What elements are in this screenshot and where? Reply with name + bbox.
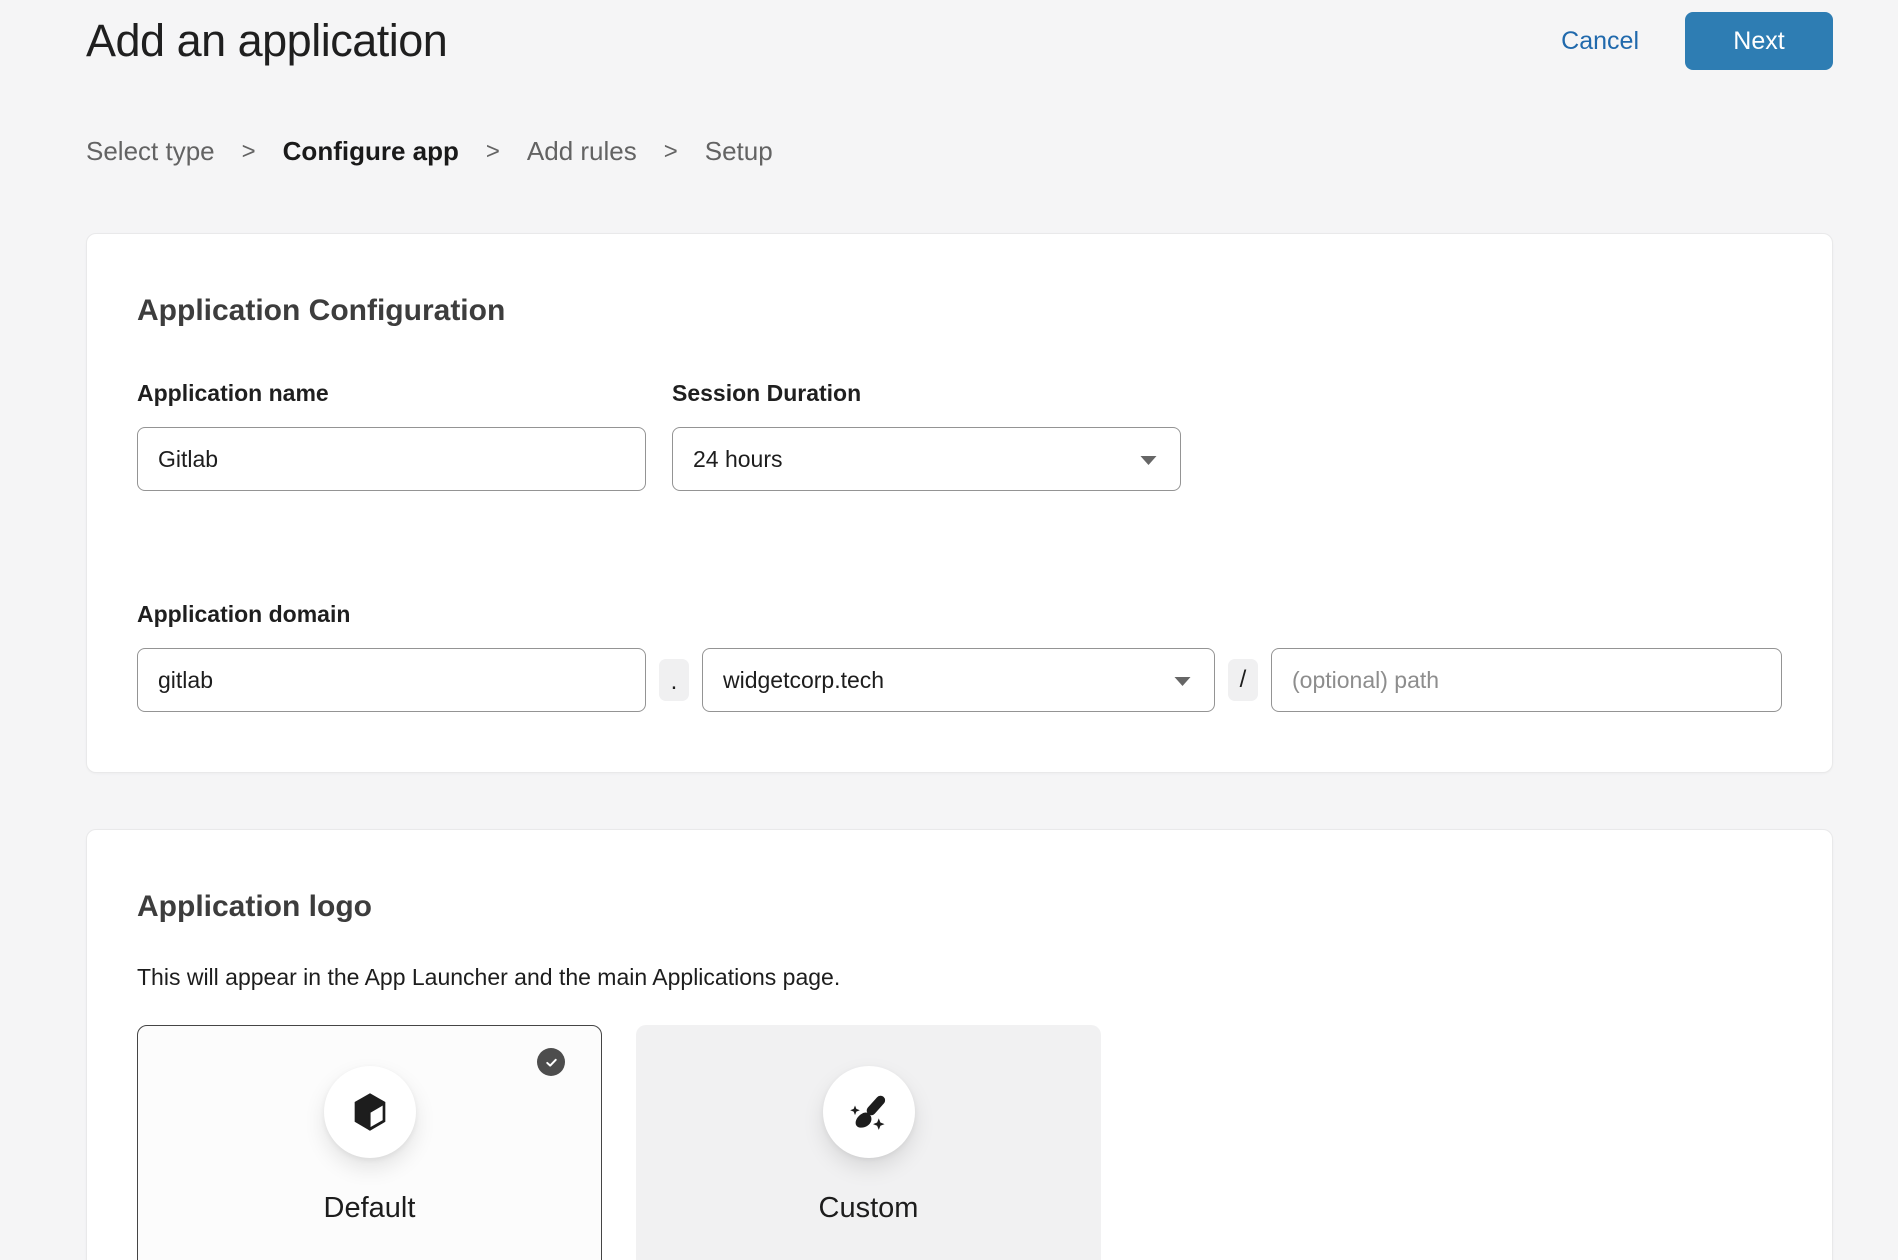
application-domain-label: Application domain <box>137 601 1782 628</box>
page: Add an application Cancel Next Select ty… <box>0 0 1898 1260</box>
breadcrumb: Select type > Configure app > Add rules … <box>86 136 1833 167</box>
breadcrumb-separator: > <box>486 138 500 166</box>
breadcrumb-step-setup[interactable]: Setup <box>705 136 773 167</box>
default-logo-circle <box>324 1066 416 1158</box>
application-configuration-card: Application Configuration Application na… <box>86 233 1833 773</box>
path-input[interactable] <box>1271 648 1782 712</box>
paintbrush-icon <box>846 1089 892 1135</box>
slash-separator: / <box>1228 659 1258 701</box>
next-button[interactable]: Next <box>1685 12 1833 70</box>
application-logo-description: This will appear in the App Launcher and… <box>137 964 1782 991</box>
application-configuration-heading: Application Configuration <box>137 294 1782 328</box>
session-duration-label: Session Duration <box>672 380 1181 407</box>
application-domain-row: . widgetcorp.tech / <box>137 648 1782 712</box>
header-actions: Cancel Next <box>1561 12 1833 70</box>
breadcrumb-step-add-rules[interactable]: Add rules <box>527 136 637 167</box>
breadcrumb-step-configure-app[interactable]: Configure app <box>283 136 459 167</box>
chevron-down-icon <box>1139 446 1158 473</box>
subdomain-input[interactable] <box>137 648 646 712</box>
application-name-input[interactable] <box>137 427 646 491</box>
page-title: Add an application <box>86 13 447 69</box>
application-name-field: Application name <box>137 380 646 491</box>
selected-check-icon <box>537 1048 565 1076</box>
domain-select-value: widgetcorp.tech <box>723 667 884 694</box>
logo-option-label: Default <box>324 1192 416 1225</box>
application-logo-heading: Application logo <box>137 890 1782 924</box>
page-header: Add an application Cancel Next <box>86 0 1833 70</box>
session-duration-value: 24 hours <box>693 446 783 473</box>
breadcrumb-separator: > <box>664 138 678 166</box>
domain-select[interactable]: widgetcorp.tech <box>702 648 1215 712</box>
logo-option-custom[interactable]: Custom <box>636 1025 1101 1260</box>
session-duration-field: Session Duration 24 hours <box>672 380 1181 491</box>
session-duration-select[interactable]: 24 hours <box>672 427 1181 491</box>
breadcrumb-separator: > <box>242 138 256 166</box>
cancel-button[interactable]: Cancel <box>1561 27 1639 56</box>
breadcrumb-step-select-type[interactable]: Select type <box>86 136 215 167</box>
application-logo-card: Application logo This will appear in the… <box>86 829 1833 1260</box>
dot-separator: . <box>659 659 689 701</box>
logo-options: Default Custom <box>137 1025 1782 1260</box>
chevron-down-icon <box>1173 667 1192 694</box>
application-name-label: Application name <box>137 380 646 407</box>
name-session-row: Application name Session Duration 24 hou… <box>137 380 1782 491</box>
logo-option-label: Custom <box>819 1192 919 1225</box>
custom-logo-circle <box>823 1066 915 1158</box>
cube-icon <box>347 1089 393 1135</box>
logo-option-default[interactable]: Default <box>137 1025 602 1260</box>
